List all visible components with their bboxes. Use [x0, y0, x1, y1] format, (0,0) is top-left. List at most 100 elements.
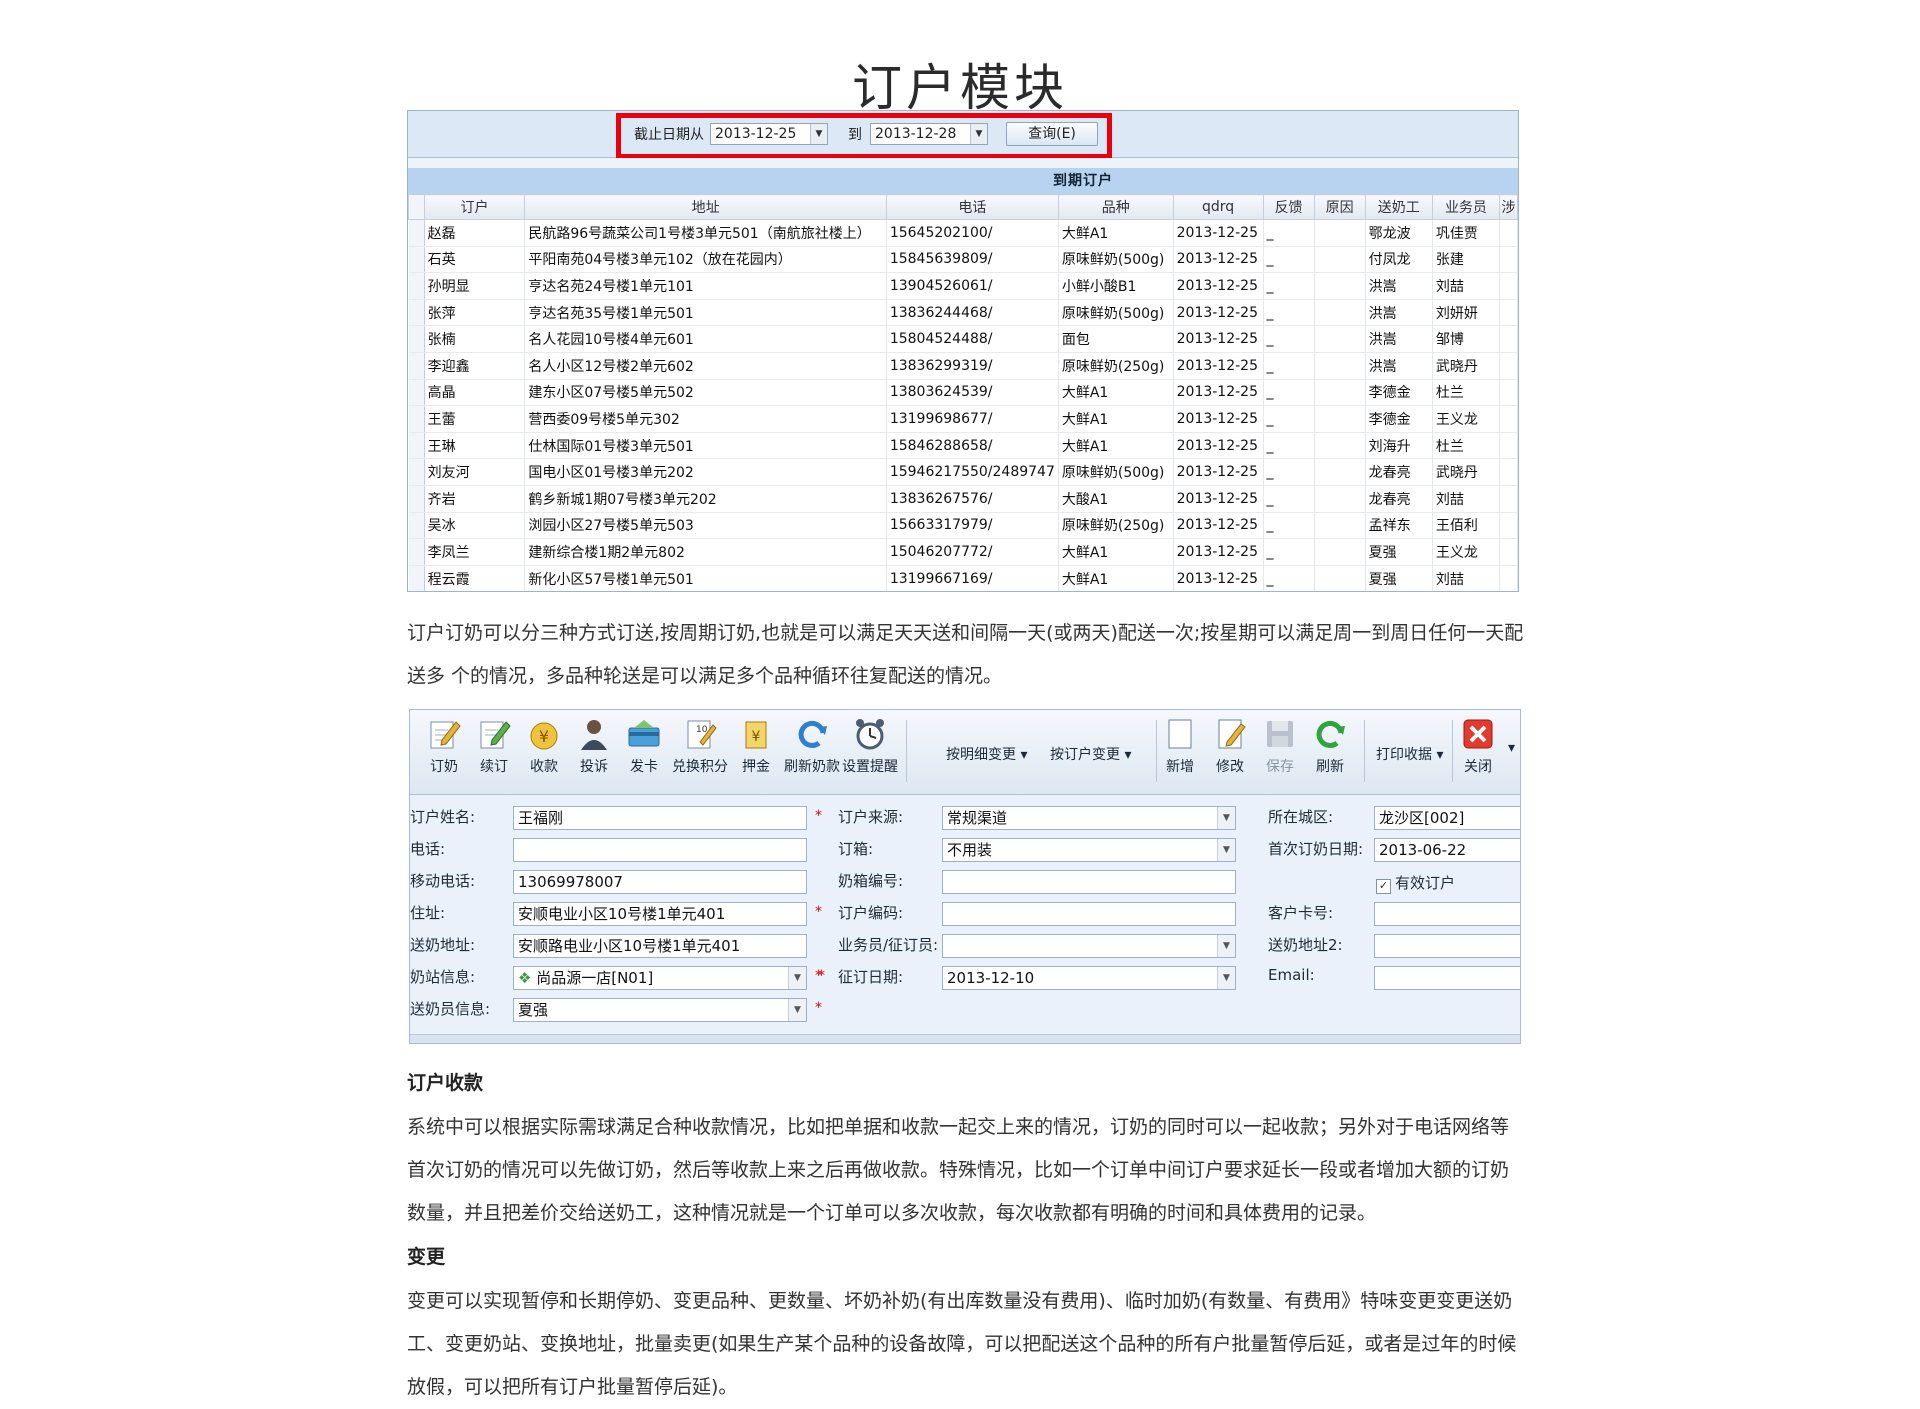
- row-header[interactable]: [409, 485, 425, 512]
- table-row[interactable]: 刘友河国电小区01号楼3单元20215946217550/2489747原味鲜奶…: [409, 459, 1518, 486]
- chevron-down-icon[interactable]: ▼: [788, 967, 806, 989]
- table-cell: 王佰利: [1432, 512, 1499, 539]
- table-cell: 张建: [1432, 246, 1499, 273]
- box-no-field[interactable]: [942, 870, 1236, 894]
- card-no-field[interactable]: [1374, 902, 1521, 926]
- table-cell: 龙春亮: [1365, 459, 1432, 486]
- chevron-down-icon[interactable]: ▼: [788, 999, 806, 1021]
- table-cell: 13836267576/: [886, 485, 1058, 512]
- chevron-down-icon[interactable]: ▼: [1217, 935, 1235, 957]
- row-header[interactable]: [409, 273, 425, 300]
- address-field[interactable]: 安顺电业小区10号楼1单元401: [513, 902, 807, 926]
- deposit-button[interactable]: ¥ 押金: [728, 716, 784, 776]
- table-cell: 13904526061/: [886, 273, 1058, 300]
- row-header[interactable]: [409, 539, 425, 566]
- column-header[interactable]: 送奶工: [1365, 195, 1432, 220]
- table-cell: 王义龙: [1432, 406, 1499, 433]
- table-row[interactable]: 石英平阳南苑04号楼3单元102（放在花园内）15845639809/原味鲜奶(…: [409, 246, 1518, 273]
- column-header[interactable]: 地址: [525, 195, 886, 220]
- order-no-field[interactable]: [942, 902, 1236, 926]
- column-header[interactable]: 业务员: [1432, 195, 1499, 220]
- row-header[interactable]: [409, 565, 425, 592]
- mobile-field[interactable]: 13069978007: [513, 870, 807, 894]
- chevron-down-icon[interactable]: ▼: [1217, 839, 1235, 861]
- table-row[interactable]: 张楠名人花园10号楼4单元60115804524488/面包2013-12-25…: [409, 326, 1518, 353]
- column-header[interactable]: qdrq: [1173, 195, 1263, 220]
- floppy-disk-icon: [1262, 716, 1298, 752]
- row-header[interactable]: [409, 352, 425, 379]
- table-row[interactable]: 高晶建东小区07号楼5单元50213803624539/大鲜A12013-12-…: [409, 379, 1518, 406]
- row-header[interactable]: [409, 299, 425, 326]
- valid-subscriber-checkbox[interactable]: ✓有效订户: [1376, 872, 1455, 894]
- complaint-button[interactable]: 投诉: [566, 716, 622, 776]
- row-header[interactable]: [409, 220, 425, 247]
- table-row[interactable]: 李迎鑫名人小区12号楼2单元60213836299319/原味鲜奶(250g)2…: [409, 352, 1518, 379]
- refresh-button[interactable]: 刷新: [1302, 716, 1358, 776]
- station-select[interactable]: ❖ 尚品源一店[N01] ▼: [513, 966, 807, 990]
- district-field[interactable]: 龙沙区[002]: [1374, 806, 1521, 830]
- row-header[interactable]: [409, 432, 425, 459]
- table-row[interactable]: 程云霞新化小区57号楼1单元50113199667169/大鲜A12013-12…: [409, 565, 1518, 592]
- table-row[interactable]: 张萍亨达名苑35号楼1单元50113836244468/原味鲜奶(500g)20…: [409, 299, 1518, 326]
- chevron-down-icon[interactable]: ▼: [1217, 807, 1235, 829]
- first-date-field[interactable]: 2013-06-22: [1374, 838, 1521, 862]
- change-by-detail-menu[interactable]: 按明细变更 ▾: [946, 744, 1027, 764]
- order-list-screenshot: 截止日期从 2013-12-25 ▼ 到 2013-12-28 ▼ 查询(E) …: [407, 110, 1519, 592]
- column-header[interactable]: 涉: [1500, 195, 1518, 220]
- edit-button[interactable]: 修改: [1202, 716, 1258, 776]
- delivery-address-2-field[interactable]: [1374, 934, 1521, 958]
- order-milk-button[interactable]: 订奶: [416, 716, 472, 776]
- milk-box-select[interactable]: 不用装 ▼: [942, 838, 1236, 862]
- name-field[interactable]: 王福刚: [513, 806, 807, 830]
- table-row[interactable]: 赵磊民航路96号蔬菜公司1号楼3单元501（南航旅社楼上）15645202100…: [409, 220, 1518, 247]
- refresh-payment-button[interactable]: 刷新奶款: [784, 716, 840, 776]
- table-cell: [1314, 220, 1365, 247]
- issue-card-button[interactable]: 发卡: [616, 716, 672, 776]
- column-header[interactable]: 品种: [1058, 195, 1173, 220]
- row-header[interactable]: [409, 326, 425, 353]
- renew-button[interactable]: 续订: [466, 716, 522, 776]
- row-header[interactable]: [409, 379, 425, 406]
- delivery-address-field[interactable]: 安顺路电业小区10号楼1单元401: [513, 934, 807, 958]
- column-header[interactable]: 原因: [1314, 195, 1365, 220]
- table-row[interactable]: 孙明显亨达名苑24号楼1单元10113904526061/小鲜小酸B12013-…: [409, 273, 1518, 300]
- row-header[interactable]: [409, 406, 425, 433]
- table-cell: [1314, 352, 1365, 379]
- row-header[interactable]: [409, 512, 425, 539]
- toolbar-overflow-chevron-icon[interactable]: ▾: [1508, 740, 1515, 756]
- salesman-select[interactable]: ▼: [942, 934, 1236, 958]
- collect-button[interactable]: ¥ 收款: [516, 716, 572, 776]
- email-field[interactable]: [1374, 966, 1521, 990]
- save-button[interactable]: 保存: [1252, 716, 1308, 776]
- table-cell: 王义龙: [1432, 539, 1499, 566]
- column-header[interactable]: 电话: [886, 195, 1058, 220]
- new-button[interactable]: 新增: [1152, 716, 1208, 776]
- order-no-label: 订户编码:: [838, 902, 903, 923]
- change-by-subscriber-menu[interactable]: 按订户变更 ▾: [1050, 744, 1131, 764]
- order-date-picker[interactable]: 2013-12-10 ▼: [942, 966, 1236, 990]
- deliverer-select[interactable]: 夏强 ▼: [513, 998, 807, 1022]
- table-cell: 15946217550/2489747: [886, 459, 1058, 486]
- close-button[interactable]: 关闭: [1450, 716, 1506, 776]
- column-header[interactable]: 订户: [424, 195, 525, 220]
- table-cell: [1314, 485, 1365, 512]
- table-row[interactable]: 齐岩鹤乡新城1期07号楼3单元20213836267576/大酸A12013-1…: [409, 485, 1518, 512]
- table-cell: 李迎鑫: [424, 352, 525, 379]
- column-header[interactable]: 反馈: [1263, 195, 1314, 220]
- chevron-down-icon[interactable]: ▼: [1217, 967, 1235, 989]
- table-cell: 大鲜A1: [1058, 432, 1173, 459]
- redeem-points-button[interactable]: 10 兑换积分: [672, 716, 728, 776]
- table-cell: 民航路96号蔬菜公司1号楼3单元501（南航旅社楼上）: [525, 220, 886, 247]
- table-row[interactable]: 李凤兰建新综合楼1期2单元80215046207772/大鲜A12013-12-…: [409, 539, 1518, 566]
- new-label: 新增: [1152, 756, 1208, 776]
- set-reminder-button[interactable]: 设置提醒: [842, 716, 898, 776]
- table-row[interactable]: 王蕾营西委09号楼5单元30213199698677/大鲜A12013-12-2…: [409, 406, 1518, 433]
- table-row[interactable]: 王琳仕林国际01号楼3单元50115846288658/大鲜A12013-12-…: [409, 432, 1518, 459]
- print-receipt-menu[interactable]: 打印收据 ▾: [1376, 744, 1443, 764]
- row-header[interactable]: [409, 246, 425, 273]
- row-header[interactable]: [409, 459, 425, 486]
- source-select[interactable]: 常规渠道 ▼: [942, 806, 1236, 830]
- table-cell: _: [1263, 352, 1314, 379]
- phone-field[interactable]: [513, 838, 807, 862]
- table-row[interactable]: 吴冰浏园小区27号楼5单元50315663317979/原味鲜奶(250g)20…: [409, 512, 1518, 539]
